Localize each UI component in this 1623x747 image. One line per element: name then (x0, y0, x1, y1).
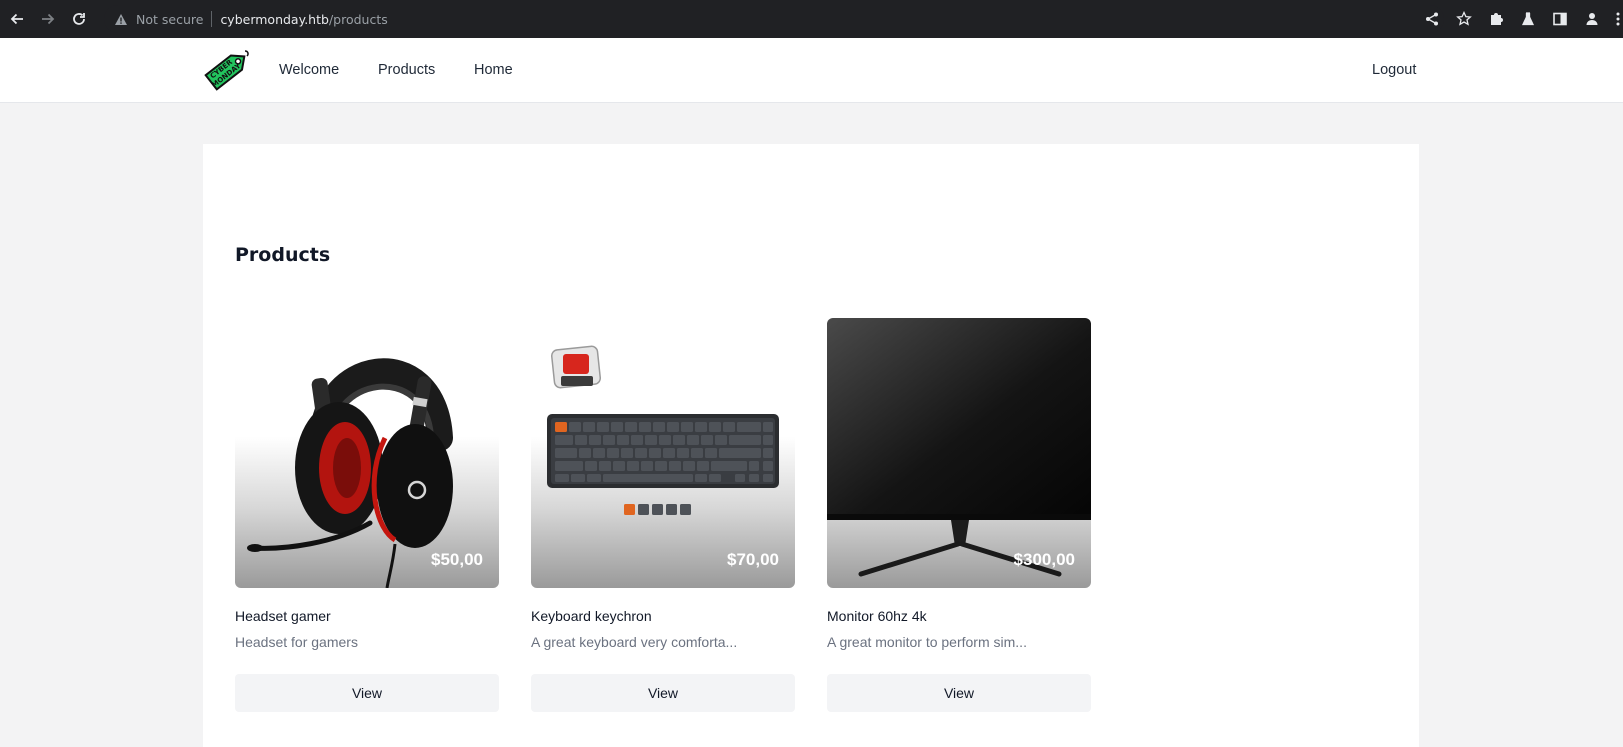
site-header: CYBER MONDAY Welcome Products Home Logou… (0, 38, 1623, 103)
product-description: A great monitor to perform sim... (827, 634, 1027, 650)
product-image-headset[interactable]: $50,00 (235, 318, 499, 588)
bookmark-star-icon[interactable] (1453, 8, 1475, 30)
security-label: Not secure (136, 11, 204, 27)
reload-icon[interactable] (68, 8, 90, 30)
product-price: $300,00 (1013, 550, 1075, 569)
product-name: Keyboard keychron (531, 608, 652, 624)
product-description: Headset for gamers (235, 634, 358, 650)
forward-arrow-icon[interactable] (37, 8, 59, 30)
url-host: cybermonday.htb (220, 11, 329, 27)
labs-flask-icon[interactable] (1517, 8, 1539, 30)
product-price: $50,00 (431, 550, 483, 569)
page-title: Products (235, 244, 331, 266)
share-icon[interactable] (1421, 8, 1443, 30)
address-separator (211, 11, 213, 27)
cyber-monday-logo[interactable]: CYBER MONDAY (201, 44, 253, 96)
view-button[interactable]: View (531, 674, 795, 712)
nav-welcome-link[interactable]: Welcome (279, 62, 339, 78)
logout-link[interactable]: Logout (1372, 62, 1416, 78)
nav-home-link[interactable]: Home (474, 62, 513, 78)
url-path: /products (328, 11, 388, 27)
product-price: $70,00 (727, 550, 779, 569)
product-card: $70,00 Keyboard keychron A great keyboar… (531, 318, 795, 712)
menu-kebab-icon[interactable] (1613, 8, 1623, 30)
toolbar-actions (1421, 0, 1623, 38)
view-button[interactable]: View (235, 674, 499, 712)
extensions-puzzle-icon[interactable] (1485, 8, 1507, 30)
product-image-monitor[interactable]: $300,00 (827, 318, 1091, 588)
product-name: Headset gamer (235, 608, 331, 624)
products-panel: Products $50,00 Headset gamer Headset fo… (203, 144, 1419, 747)
profile-icon[interactable] (1581, 8, 1603, 30)
side-panel-icon[interactable] (1549, 8, 1571, 30)
address-bar[interactable]: Not secure cybermonday.htb /products (104, 5, 1444, 33)
product-card: $50,00 Headset gamer Headset for gamers … (235, 318, 499, 712)
product-card: $300,00 Monitor 60hz 4k A great monitor … (827, 318, 1091, 712)
product-image-keyboard[interactable]: $70,00 (531, 318, 795, 588)
nav-products-link[interactable]: Products (378, 62, 435, 78)
browser-toolbar: Not secure cybermonday.htb /products (0, 0, 1623, 38)
product-name: Monitor 60hz 4k (827, 608, 927, 624)
view-button[interactable]: View (827, 674, 1091, 712)
back-arrow-icon[interactable] (6, 8, 28, 30)
warning-icon (114, 13, 128, 26)
product-description: A great keyboard very comforta... (531, 634, 738, 650)
